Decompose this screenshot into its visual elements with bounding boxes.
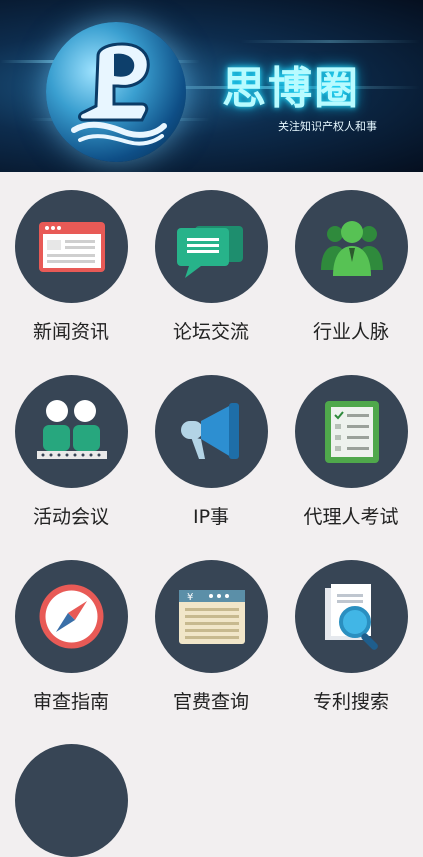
header-banner: 思博圈 关注知识产权人和事 bbox=[0, 0, 423, 172]
menu-label: IP事 bbox=[192, 506, 230, 528]
menu-item-patent-search[interactable]: 专利搜索 bbox=[281, 560, 421, 714]
menu-label: 审查指南 bbox=[32, 691, 109, 713]
app-title: 思博圈 bbox=[222, 63, 360, 114]
fee-ledger-icon: ¥ bbox=[178, 590, 245, 644]
menu-item-ip[interactable]: IP事 bbox=[141, 375, 281, 529]
meeting-audience-icon bbox=[36, 400, 107, 459]
logo-icon bbox=[71, 42, 167, 146]
menu-item-forum[interactable]: 论坛交流 bbox=[141, 190, 281, 344]
menu-label: 官费查询 bbox=[172, 691, 249, 713]
menu-label: 活动会议 bbox=[32, 506, 109, 528]
news-browser-icon bbox=[38, 222, 105, 272]
app-subtitle: 关注知识产权人和事 bbox=[278, 120, 377, 133]
menu-item-network[interactable]: 行业人脉 bbox=[281, 190, 421, 344]
menu-item-exam[interactable]: 代理人考试 bbox=[281, 375, 421, 529]
megaphone-icon bbox=[180, 403, 239, 459]
menu-label: 论坛交流 bbox=[172, 321, 249, 343]
people-network-icon bbox=[320, 221, 383, 276]
chat-bubbles-icon bbox=[176, 226, 243, 278]
document-search-icon bbox=[324, 584, 378, 650]
menu-label: 代理人考试 bbox=[303, 506, 399, 528]
menu-item-next-row-partial[interactable] bbox=[15, 744, 128, 857]
menu-label: 行业人脉 bbox=[312, 321, 389, 343]
menu-item-fees[interactable]: ¥ 官费查询 bbox=[141, 560, 281, 714]
checklist-exam-icon bbox=[324, 401, 379, 463]
compass-icon bbox=[39, 584, 103, 649]
menu-grid: 新闻资讯 论坛交流 行业人脉 活动会议 IP事 代理人考试 审查指南 ¥ 官费查… bbox=[0, 172, 423, 750]
menu-item-events[interactable]: 活动会议 bbox=[1, 375, 141, 529]
menu-label: 新闻资讯 bbox=[32, 321, 109, 343]
svg-text:¥: ¥ bbox=[187, 592, 193, 603]
menu-item-news[interactable]: 新闻资讯 bbox=[1, 190, 141, 344]
menu-label: 专利搜索 bbox=[312, 691, 389, 713]
menu-item-guide[interactable]: 审查指南 bbox=[1, 560, 141, 714]
